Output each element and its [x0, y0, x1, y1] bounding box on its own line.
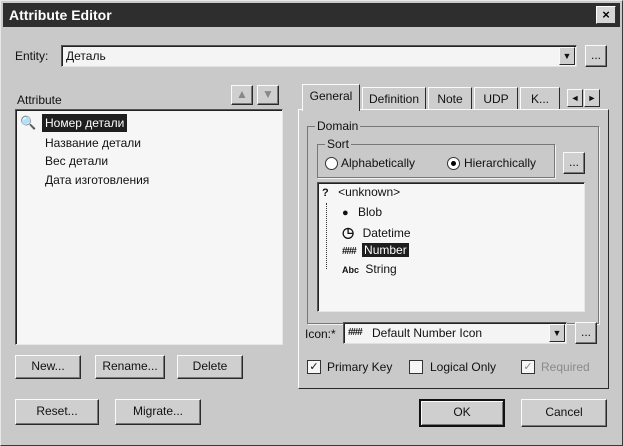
tree-item-label: Number: [362, 243, 409, 257]
entity-select[interactable]: Деталь ▼: [61, 45, 577, 67]
sort-alphabetically-label: Alphabetically: [341, 156, 416, 170]
entity-dropdown-arrow[interactable]: ▼: [559, 47, 575, 65]
tab-keys[interactable]: K...: [520, 87, 560, 109]
general-tab-panel: Domain Sort Alphabetically Hierarchicall…: [298, 109, 609, 389]
number-icon: ###: [342, 246, 357, 257]
attribute-list[interactable]: 🔍 Номер детали Название детали Вес детал…: [15, 109, 283, 345]
icon-value: Default Number Icon: [372, 326, 483, 340]
tree-item-number[interactable]: ### Number: [342, 243, 409, 257]
primary-key-label: Primary Key: [327, 360, 393, 374]
title-bar: Attribute Editor ×: [3, 3, 620, 27]
tree-item-label: <unknown>: [338, 185, 401, 199]
tree-item-unknown[interactable]: ? <unknown>: [322, 185, 400, 199]
tab-scroll-right[interactable]: ►: [584, 89, 600, 107]
attribute-item[interactable]: Название детали: [45, 134, 141, 152]
tab-scroll-left[interactable]: ◄: [567, 89, 583, 107]
domain-tree[interactable]: ? <unknown> ● Blob ◷ Datetime ### Number…: [317, 182, 585, 312]
rename-button[interactable]: Rename...: [95, 355, 165, 379]
clock-icon: ◷: [342, 224, 355, 240]
icon-label: Icon:*: [305, 327, 336, 341]
tree-item-string[interactable]: Abc String: [342, 262, 397, 276]
delete-button[interactable]: Delete: [177, 355, 243, 379]
tab-definition[interactable]: Definition: [362, 87, 426, 109]
key-icon: 🔍: [20, 115, 37, 130]
entity-label: Entity:: [15, 49, 49, 63]
attribute-item[interactable]: Номер детали: [42, 114, 128, 132]
tree-item-label: Datetime: [362, 226, 411, 240]
attribute-item[interactable]: Дата изготовления: [45, 171, 149, 189]
string-icon: Abc: [342, 265, 360, 275]
sort-hierarchically-label: Hierarchically: [464, 156, 537, 170]
icon-dropdown-arrow[interactable]: ▼: [549, 324, 565, 342]
tree-connector: [326, 203, 328, 269]
tree-item-label: String: [365, 262, 397, 276]
arrow-down-icon: ▼: [262, 87, 274, 101]
icon-select[interactable]: ### Default Number Icon ▼: [343, 322, 567, 344]
tab-note[interactable]: Note: [428, 87, 472, 109]
cancel-button[interactable]: Cancel: [521, 399, 607, 427]
number-icon: ###: [348, 327, 363, 338]
tab-general[interactable]: General: [302, 84, 360, 111]
migrate-button[interactable]: Migrate...: [115, 399, 201, 425]
move-down-button[interactable]: ▼: [257, 85, 279, 105]
ok-button[interactable]: OK: [419, 399, 505, 427]
required-label: Required: [541, 360, 590, 374]
close-button[interactable]: ×: [596, 6, 616, 24]
window-title: Attribute Editor: [9, 7, 112, 23]
tree-item-datetime[interactable]: ◷ Datetime: [342, 224, 411, 241]
logical-only-checkbox[interactable]: [409, 360, 423, 374]
required-checkbox[interactable]: ✓: [521, 360, 535, 374]
move-up-button[interactable]: ▲: [231, 85, 253, 105]
question-icon: ?: [322, 187, 329, 199]
sort-group-label: Sort: [325, 137, 352, 151]
attribute-editor-window: Attribute Editor × Entity: Деталь ▼ ... …: [0, 0, 623, 446]
entity-value: Деталь: [66, 49, 106, 63]
sort-alphabetically-radio[interactable]: [325, 157, 338, 170]
blob-icon: ●: [342, 207, 349, 219]
primary-key-checkbox[interactable]: ✓: [307, 360, 321, 374]
reset-button[interactable]: Reset...: [15, 399, 99, 425]
logical-only-label: Logical Only: [430, 360, 497, 374]
attribute-item[interactable]: Вес детали: [45, 152, 108, 170]
new-button[interactable]: New...: [15, 355, 81, 379]
tree-item-label: Blob: [358, 205, 383, 219]
sort-hierarchically-radio[interactable]: [447, 157, 460, 170]
domain-group-label: Domain: [315, 119, 361, 133]
icon-more-button[interactable]: ...: [575, 322, 597, 344]
tab-udp[interactable]: UDP: [474, 87, 518, 109]
entity-more-button[interactable]: ...: [585, 45, 607, 67]
tree-item-blob[interactable]: ● Blob: [342, 205, 382, 219]
attribute-label: Attribute: [17, 93, 62, 107]
sort-more-button[interactable]: ...: [563, 152, 585, 174]
arrow-up-icon: ▲: [236, 87, 248, 101]
